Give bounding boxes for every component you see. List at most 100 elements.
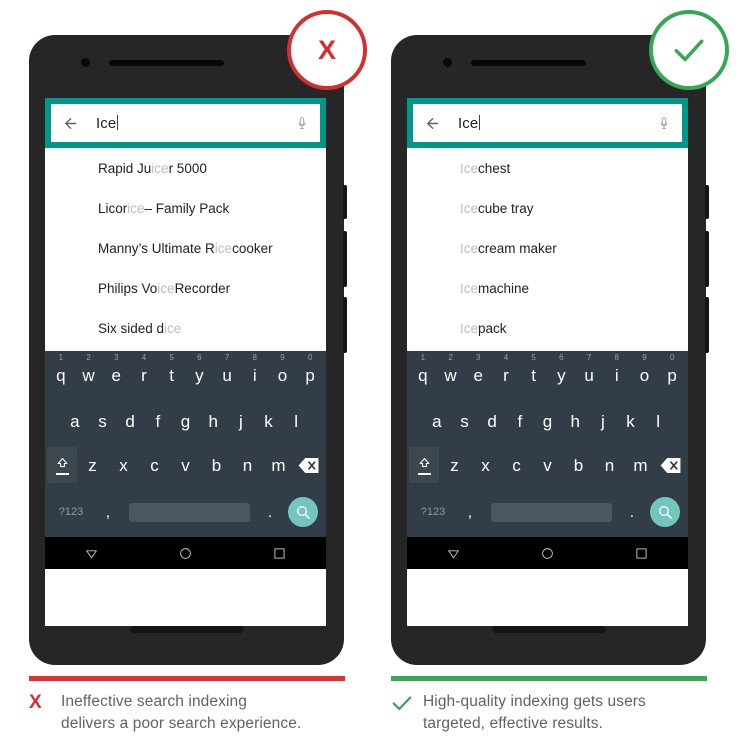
on-screen-keyboard-bad[interactable]: 1q 2w 3e 4r 5t 6y 7u 8i 9o 0p a s d f g … bbox=[45, 351, 326, 537]
phone-side-button-volume-down[interactable] bbox=[343, 297, 347, 353]
key-e[interactable]: 3e bbox=[102, 353, 130, 384]
suggestion-suffix: cream maker bbox=[478, 240, 557, 256]
key-b[interactable]: b bbox=[201, 457, 232, 474]
suggestion-item[interactable]: Six sided d ice bbox=[45, 308, 326, 348]
suggestion-item[interactable]: Rapid Ju ice r 5000 bbox=[45, 148, 326, 188]
key-g[interactable]: g bbox=[172, 413, 200, 430]
key-f[interactable]: f bbox=[506, 413, 534, 430]
phone-side-button-volume-up[interactable] bbox=[343, 231, 347, 287]
key-s[interactable]: s bbox=[451, 413, 479, 430]
suggestion-item[interactable]: Ice machine bbox=[407, 268, 688, 308]
nav-home-circle-icon[interactable] bbox=[541, 547, 554, 560]
search-bar[interactable]: Ice bbox=[51, 104, 320, 142]
back-arrow-icon[interactable] bbox=[62, 115, 79, 132]
key-f[interactable]: f bbox=[144, 413, 172, 430]
key-a[interactable]: a bbox=[423, 413, 451, 430]
key-s[interactable]: s bbox=[89, 413, 117, 430]
key-j[interactable]: j bbox=[227, 413, 255, 430]
key-l[interactable]: l bbox=[644, 413, 672, 430]
key-i[interactable]: 8i bbox=[603, 353, 631, 384]
nav-back-triangle-icon[interactable] bbox=[85, 547, 98, 560]
key-m[interactable]: m bbox=[625, 457, 656, 474]
suggestion-item[interactable]: Philips Vo ice Recorder bbox=[45, 268, 326, 308]
phone-side-button-volume-down[interactable] bbox=[705, 297, 709, 353]
symbols-key[interactable]: ?123 bbox=[49, 506, 93, 518]
key-x[interactable]: x bbox=[470, 457, 501, 474]
key-z[interactable]: z bbox=[77, 457, 108, 474]
key-g[interactable]: g bbox=[534, 413, 562, 430]
nav-home-circle-icon[interactable] bbox=[179, 547, 192, 560]
suggestion-item[interactable]: Ice cream maker bbox=[407, 228, 688, 268]
key-a[interactable]: a bbox=[61, 413, 89, 430]
key-k[interactable]: k bbox=[617, 413, 645, 430]
key-x[interactable]: x bbox=[108, 457, 139, 474]
nav-recents-square-icon[interactable] bbox=[273, 547, 286, 560]
keyboard-search-key[interactable] bbox=[284, 497, 322, 527]
space-key[interactable] bbox=[129, 502, 250, 522]
back-arrow-icon[interactable] bbox=[424, 115, 441, 132]
key-y[interactable]: 6y bbox=[186, 353, 214, 384]
keyboard-search-key[interactable] bbox=[646, 497, 684, 527]
key-c[interactable]: c bbox=[139, 457, 170, 474]
key-h[interactable]: h bbox=[561, 413, 589, 430]
search-bar[interactable]: Ice bbox=[413, 104, 682, 142]
key-r[interactable]: 4r bbox=[492, 353, 520, 384]
search-input[interactable]: Ice bbox=[96, 114, 295, 132]
space-key[interactable] bbox=[491, 502, 612, 522]
shift-key[interactable] bbox=[409, 447, 439, 483]
nav-recents-square-icon[interactable] bbox=[635, 547, 648, 560]
period-key[interactable]: . bbox=[256, 504, 284, 521]
key-o[interactable]: 9o bbox=[631, 353, 659, 384]
suggestion-item[interactable]: Manny’s Ultimate Rice cooker bbox=[45, 228, 326, 268]
key-t[interactable]: 5t bbox=[520, 353, 548, 384]
phone-side-button-power[interactable] bbox=[343, 185, 347, 219]
key-n[interactable]: n bbox=[232, 457, 263, 474]
key-q[interactable]: 1q bbox=[47, 353, 75, 384]
key-l[interactable]: l bbox=[282, 413, 310, 430]
key-w[interactable]: 2w bbox=[75, 353, 103, 384]
key-c[interactable]: c bbox=[501, 457, 532, 474]
suggestion-match: ice bbox=[127, 200, 145, 216]
key-p[interactable]: 0p bbox=[658, 353, 686, 384]
key-e[interactable]: 3e bbox=[464, 353, 492, 384]
shift-key[interactable] bbox=[47, 447, 77, 483]
key-d[interactable]: d bbox=[116, 413, 144, 430]
phone-side-button-volume-up[interactable] bbox=[705, 231, 709, 287]
key-u[interactable]: 7u bbox=[575, 353, 603, 384]
key-d[interactable]: d bbox=[478, 413, 506, 430]
key-w[interactable]: 2w bbox=[437, 353, 465, 384]
comma-key[interactable]: , bbox=[93, 504, 123, 521]
key-k[interactable]: k bbox=[255, 413, 283, 430]
key-r[interactable]: 4r bbox=[130, 353, 158, 384]
comma-key[interactable]: , bbox=[455, 504, 485, 521]
suggestion-item[interactable]: Ice chest bbox=[407, 148, 688, 188]
symbols-key[interactable]: ?123 bbox=[411, 506, 455, 518]
key-v[interactable]: v bbox=[532, 457, 563, 474]
backspace-key[interactable] bbox=[294, 457, 324, 474]
key-y[interactable]: 6y bbox=[548, 353, 576, 384]
key-v[interactable]: v bbox=[170, 457, 201, 474]
microphone-icon[interactable] bbox=[295, 114, 309, 133]
suggestion-item[interactable]: Licor ice – Family Pack bbox=[45, 188, 326, 228]
nav-back-triangle-icon[interactable] bbox=[447, 547, 460, 560]
key-n[interactable]: n bbox=[594, 457, 625, 474]
suggestion-item[interactable]: Ice cube tray bbox=[407, 188, 688, 228]
key-u[interactable]: 7u bbox=[213, 353, 241, 384]
key-o[interactable]: 9o bbox=[269, 353, 297, 384]
microphone-icon[interactable] bbox=[657, 114, 671, 133]
key-j[interactable]: j bbox=[589, 413, 617, 430]
key-m[interactable]: m bbox=[263, 457, 294, 474]
key-h[interactable]: h bbox=[199, 413, 227, 430]
key-i[interactable]: 8i bbox=[241, 353, 269, 384]
key-p[interactable]: 0p bbox=[296, 353, 324, 384]
phone-side-button-power[interactable] bbox=[705, 185, 709, 219]
key-z[interactable]: z bbox=[439, 457, 470, 474]
key-t[interactable]: 5t bbox=[158, 353, 186, 384]
suggestion-item[interactable]: Ice pack bbox=[407, 308, 688, 348]
on-screen-keyboard-good[interactable]: 1q 2w 3e 4r 5t 6y 7u 8i 9o 0p a s d f g … bbox=[407, 351, 688, 537]
key-q[interactable]: 1q bbox=[409, 353, 437, 384]
backspace-key[interactable] bbox=[656, 457, 686, 474]
key-b[interactable]: b bbox=[563, 457, 594, 474]
search-input[interactable]: Ice bbox=[458, 114, 657, 132]
period-key[interactable]: . bbox=[618, 504, 646, 521]
